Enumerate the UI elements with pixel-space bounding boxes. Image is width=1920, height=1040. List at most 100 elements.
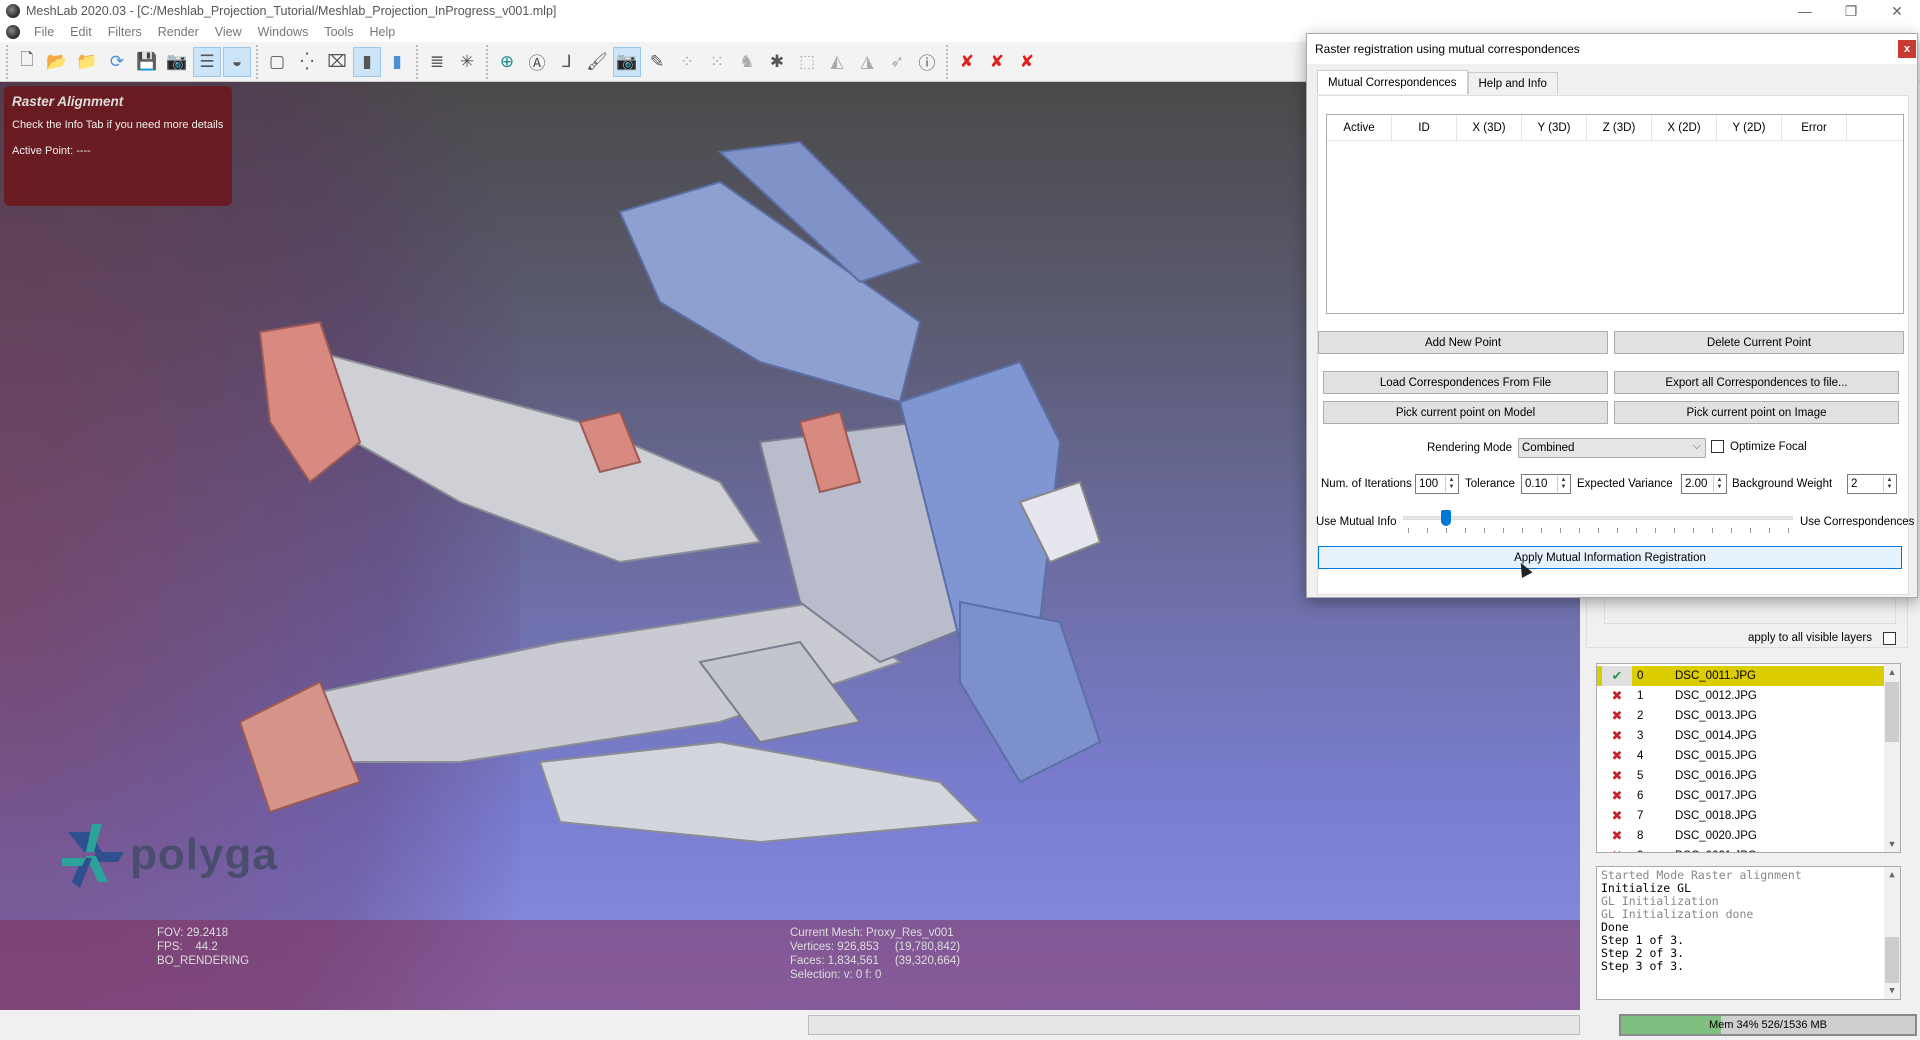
load-correspondences-button[interactable]: Load Correspondences From File [1323,371,1608,394]
correspondences-table[interactable]: Active ID X (3D) Y (3D) Z (3D) X (2D) Y … [1326,114,1904,314]
layer-row[interactable]: ✖ 4 DSC_0015.JPG [1597,746,1885,766]
spin-arrows-icon[interactable]: ▲ ▼ [1713,476,1725,492]
layer-list-scrollbar[interactable]: ▲ ▼ [1884,664,1900,852]
layer-row[interactable]: ✔ 0 DSC_0011.JPG [1597,666,1885,686]
delete-faces-vertices-icon[interactable]: ✘ [1013,47,1041,77]
column-x2d[interactable]: X (2D) [1652,115,1717,140]
restore-button[interactable]: ❐ [1828,0,1874,22]
spin-arrows-icon[interactable]: ▲ ▼ [1557,476,1569,492]
tab-help-and-info[interactable]: Help and Info [1467,72,1558,94]
tab-mutual-correspondences[interactable]: Mutual Correspondences [1317,70,1468,94]
scroll-down-icon[interactable]: ▼ [1884,983,1900,999]
menu-help[interactable]: Help [362,25,404,39]
scroll-up-icon[interactable]: ▲ [1884,664,1900,680]
column-y2d[interactable]: Y (2D) [1717,115,1782,140]
scroll-thumb[interactable] [1885,937,1899,983]
hidden-x-icon[interactable]: ✖ [1597,768,1637,784]
hidden-x-icon[interactable]: ✖ [1597,848,1637,852]
select-region-icon[interactable]: ⬚ [793,47,821,77]
select-arrow-icon[interactable]: ➶ [883,47,911,77]
spin-arrows-icon[interactable]: ▲ ▼ [1883,476,1895,492]
background-weight-spinbox[interactable]: 2 ▲ ▼ [1847,474,1897,494]
select-faces-icon[interactable]: ◭ [823,47,851,77]
pick-point-on-model-button[interactable]: Pick current point on Model [1323,401,1608,424]
log-scrollbar[interactable]: ▲ ▼ [1884,867,1900,999]
hidden-x-icon[interactable]: ✖ [1597,688,1637,704]
paint-icon[interactable]: 🖌 [583,47,611,77]
bunny-icon[interactable]: ♞ [733,47,761,77]
layer-row[interactable]: ✖ 7 DSC_0018.JPG [1597,806,1885,826]
select-connected-icon[interactable]: ⁙ [703,47,731,77]
apply-all-layers-checkbox[interactable] [1883,632,1896,645]
brush-icon[interactable]: ✎ [643,47,671,77]
reload-icon[interactable]: ⟳ [103,47,131,77]
menu-windows[interactable]: Windows [250,25,317,39]
georef-icon[interactable]: ✱ [763,47,791,77]
hidden-x-icon[interactable]: ✖ [1597,748,1637,764]
column-x3d[interactable]: X (3D) [1457,115,1522,140]
measure-icon[interactable]: ⅃ [553,47,581,77]
scroll-thumb[interactable] [1885,682,1899,742]
add-new-point-button[interactable]: Add New Point [1318,331,1608,354]
slider-thumb[interactable] [1441,510,1451,526]
layer-row[interactable]: ✖ 5 DSC_0016.JPG [1597,766,1885,786]
spin-arrows-icon[interactable]: ▲ ▼ [1445,476,1457,492]
hidden-x-icon[interactable]: ✖ [1597,708,1637,724]
column-z3d[interactable]: Z (3D) [1587,115,1652,140]
menu-render[interactable]: Render [150,25,207,39]
raster-layers-icon[interactable]: ◒ [223,46,251,77]
stack-icon[interactable]: ≣ [423,47,451,77]
open-project-icon[interactable]: 📂 [43,47,71,77]
close-button[interactable]: ✕ [1874,0,1920,22]
column-id[interactable]: ID [1392,115,1457,140]
flat-shading-icon[interactable]: ▮ [353,46,381,77]
snapshot-icon[interactable]: 📷 [163,47,191,77]
raster-alignment-icon[interactable]: 📷 [613,46,641,77]
column-error[interactable]: Error [1782,115,1847,140]
import-mesh-icon[interactable]: 📁 [73,47,101,77]
annotation-icon[interactable]: Ⓐ [523,47,551,77]
bounding-box-icon[interactable]: ▢ [263,47,291,77]
wireframe-icon[interactable]: ⌧ [323,47,351,77]
rendering-mode-select[interactable]: Combined ⌵ [1518,438,1706,458]
delete-vertices-icon[interactable]: ✘ [953,47,981,77]
layer-row[interactable]: ✖9DSC_0021.JPG [1597,846,1885,852]
column-y3d[interactable]: Y (3D) [1522,115,1587,140]
scroll-down-icon[interactable]: ▼ [1884,836,1900,852]
layer-row[interactable]: ✖ 3 DSC_0014.JPG [1597,726,1885,746]
menu-tools[interactable]: Tools [316,25,361,39]
globe-icon[interactable]: ⊕ [493,47,521,77]
select-faces-2-icon[interactable]: ◮ [853,47,881,77]
apply-registration-button[interactable]: Apply Mutual Information Registration [1318,546,1902,569]
delete-current-point-button[interactable]: Delete Current Point [1614,331,1904,354]
optimize-focal-checkbox[interactable] [1711,440,1724,453]
hidden-x-icon[interactable]: ✖ [1597,828,1637,844]
menu-file[interactable]: File [26,25,62,39]
iterations-spinbox[interactable]: 100 ▲ ▼ [1415,474,1459,494]
axes-icon[interactable]: ✳ [453,47,481,77]
menu-filters[interactable]: Filters [100,25,150,39]
meshlab-menu-icon[interactable] [6,25,20,39]
info-icon[interactable]: ⓘ [913,47,941,77]
tolerance-spinbox[interactable]: 0.10 ▲ ▼ [1521,474,1571,494]
minimize-button[interactable]: — [1782,0,1828,22]
layer-row[interactable]: ✖ 8 DSC_0020.JPG [1597,826,1885,846]
hidden-x-icon[interactable]: ✖ [1597,788,1637,804]
save-icon[interactable]: 💾 [133,47,161,77]
scroll-up-icon[interactable]: ▲ [1884,867,1900,883]
hidden-x-icon[interactable]: ✖ [1597,808,1637,824]
mutual-info-weight-slider[interactable] [1403,510,1793,534]
new-project-icon[interactable]: 🗋 [13,47,41,77]
points-icon[interactable]: ⁛ [293,47,321,77]
select-vertex-icon[interactable]: ⁘ [673,47,701,77]
dialog-close-button[interactable]: x [1898,40,1916,58]
column-active[interactable]: Active [1327,115,1392,140]
delete-faces-icon[interactable]: ✘ [983,47,1011,77]
menu-edit[interactable]: Edit [62,25,100,39]
layer-row[interactable]: ✖ 6 DSC_0017.JPG [1597,786,1885,806]
hidden-x-icon[interactable]: ✖ [1597,728,1637,744]
layers-icon[interactable]: ☰ [193,46,221,77]
layer-row[interactable]: ✖ 1 DSC_0012.JPG [1597,686,1885,706]
visible-check-icon[interactable]: ✔ [1602,666,1632,686]
slider-track[interactable] [1403,516,1793,520]
